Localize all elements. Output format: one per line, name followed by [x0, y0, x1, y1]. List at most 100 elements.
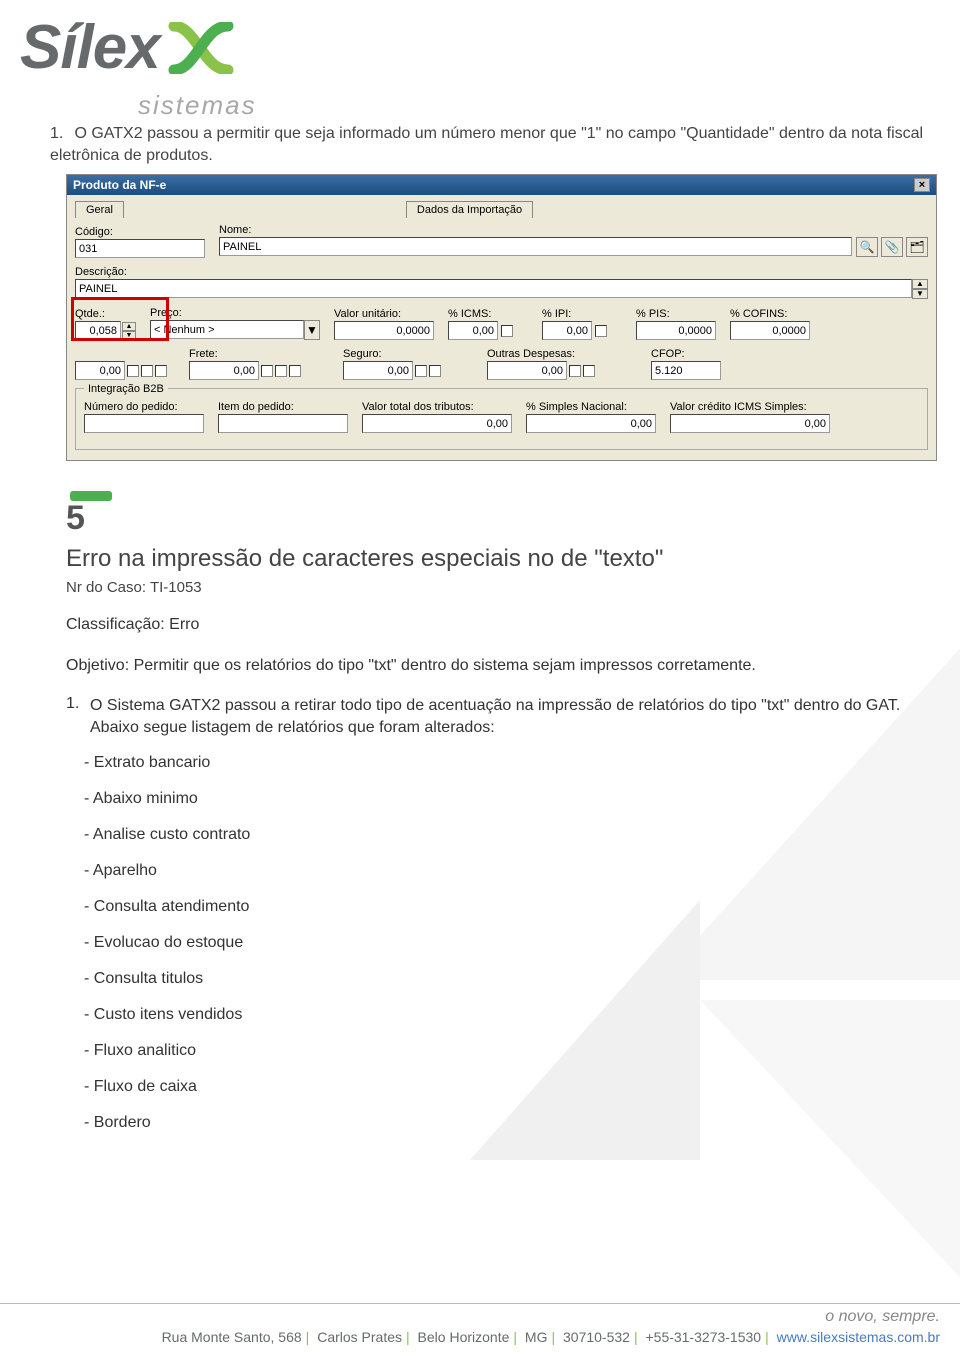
chk-o1[interactable]	[569, 365, 581, 377]
cofins-input[interactable]	[730, 321, 810, 340]
report-list: Extrato bancario Abaixo minimo Analise c…	[84, 754, 940, 1132]
item-pedido-input[interactable]	[218, 414, 348, 433]
footer-state: MG	[525, 1329, 548, 1345]
attach-icon[interactable]: 📎	[881, 237, 903, 257]
seguro-input[interactable]	[343, 361, 413, 380]
spin-up-icon[interactable]: ▲	[122, 322, 136, 331]
chk-a[interactable]	[127, 365, 139, 377]
valor-unitario-input[interactable]	[334, 321, 434, 340]
item1-number: 1.	[50, 123, 70, 145]
page-footer: o novo, sempre. Rua Monte Santo, 568| Ca…	[0, 1303, 960, 1345]
brand-logo: Sílex sistemas	[20, 12, 940, 83]
icms-checkbox[interactable]	[501, 325, 513, 337]
label-simples: % Simples Nacional:	[526, 401, 656, 413]
label-codigo: Código:	[75, 226, 205, 238]
spin-down-icon[interactable]: ▼	[122, 331, 136, 340]
list-item: Abaixo minimo	[84, 790, 940, 808]
chk-b[interactable]	[141, 365, 153, 377]
footer-site[interactable]: www.silexsistemas.com.br	[777, 1329, 940, 1345]
list-item: Aparelho	[84, 862, 940, 880]
chk-o2[interactable]	[583, 365, 595, 377]
valor-tributos-input[interactable]	[362, 414, 512, 433]
simples-input[interactable]	[526, 414, 656, 433]
chk-c[interactable]	[155, 365, 167, 377]
cfop-input[interactable]	[651, 361, 721, 380]
label-item-pedido: Item do pedido:	[218, 401, 348, 413]
list-item: Bordero	[84, 1114, 940, 1132]
footer-city: Belo Horizonte	[418, 1329, 510, 1345]
list-item: Evolucao do estoque	[84, 934, 940, 952]
section-5-icon: 5	[66, 491, 114, 535]
class-line: Classificação: Erro	[66, 614, 940, 636]
scroll-up-icon[interactable]: ▲	[912, 279, 928, 289]
qtde-input[interactable]	[75, 321, 121, 340]
outras-input[interactable]	[487, 361, 567, 380]
label-nome: Nome:	[219, 224, 928, 236]
case-line: Nr do Caso: TI-1053	[66, 579, 940, 596]
item1-paragraph: 1. O GATX2 passou a permitir que seja in…	[50, 123, 940, 166]
list-item: Consulta atendimento	[84, 898, 940, 916]
label-ipi: % IPI:	[542, 308, 622, 320]
brand-name: Sílex	[20, 12, 160, 83]
search-icon[interactable]: 🔍	[856, 237, 878, 257]
icms-input[interactable]	[448, 321, 498, 340]
close-icon[interactable]: ×	[914, 178, 930, 192]
scroll-down-icon[interactable]: ▼	[912, 289, 928, 299]
preco-select[interactable]	[150, 320, 304, 339]
section2-title: Erro na impressão de caracteres especiai…	[66, 545, 940, 573]
frete-input[interactable]	[189, 361, 259, 380]
chk-f3[interactable]	[289, 365, 301, 377]
label-icms: % ICMS:	[448, 308, 528, 320]
case-label: Nr do Caso:	[66, 579, 146, 596]
nome-input[interactable]	[219, 237, 852, 256]
chk-f2[interactable]	[275, 365, 287, 377]
ipi-checkbox[interactable]	[595, 325, 607, 337]
list-item: Custo itens vendidos	[84, 1006, 940, 1024]
footer-zip: 30710-532	[563, 1329, 630, 1345]
label-seguro: Seguro:	[343, 348, 473, 360]
section2-item1: 1. O Sistema GATX2 passou a retirar todo…	[66, 695, 940, 740]
credito-icms-input[interactable]	[670, 414, 830, 433]
list-item: Fluxo de caixa	[84, 1078, 940, 1096]
label-descricao: Descrição:	[75, 266, 928, 278]
brand-sub: sistemas	[138, 90, 257, 121]
section2-item1-num: 1.	[66, 695, 79, 713]
nfe-product-window: Produto da NF-e × Geral Dados da Importa…	[66, 174, 937, 461]
item1-text: O GATX2 passou a permitir que seja infor…	[50, 125, 923, 164]
chk-f1[interactable]	[261, 365, 273, 377]
descricao-input[interactable]	[75, 279, 912, 298]
label-outras: Outras Despesas:	[487, 348, 637, 360]
pis-input[interactable]	[636, 321, 716, 340]
card-icon[interactable]: 🗂	[906, 237, 928, 257]
label-valor-tributos: Valor total dos tributos:	[362, 401, 512, 413]
label-pis: % PIS:	[636, 308, 716, 320]
list-item: Extrato bancario	[84, 754, 940, 772]
case-value: TI-1053	[150, 579, 202, 596]
section2-item1-text: O Sistema GATX2 passou a retirar todo ti…	[90, 695, 940, 740]
tab-importacao[interactable]: Dados da Importação	[406, 201, 533, 218]
footer-address: Rua Monte Santo, 568| Carlos Prates| Bel…	[0, 1329, 940, 1345]
tab-geral[interactable]: Geral	[75, 201, 124, 218]
chevron-down-icon[interactable]: ▼	[304, 320, 320, 340]
list-item: Analise custo contrato	[84, 826, 940, 844]
label-cfop: CFOP:	[651, 348, 721, 360]
label-cofins: % COFINS:	[730, 308, 810, 320]
window-titlebar: Produto da NF-e ×	[67, 175, 936, 195]
ipi-input[interactable]	[542, 321, 592, 340]
desconto-input[interactable]	[75, 361, 125, 380]
codigo-input[interactable]	[75, 239, 205, 258]
label-frete: Frete:	[189, 348, 329, 360]
list-item: Consulta titulos	[84, 970, 940, 988]
class-label: Classificação:	[66, 616, 165, 633]
label-credito-icms: Valor crédito ICMS Simples:	[670, 401, 830, 413]
footer-bairro: Carlos Prates	[317, 1329, 402, 1345]
label-preco: Preço:	[150, 307, 320, 319]
label-num-pedido: Número do pedido:	[84, 401, 204, 413]
list-item: Fluxo analitico	[84, 1042, 940, 1060]
num-pedido-input[interactable]	[84, 414, 204, 433]
footer-slogan: o novo, sempre.	[0, 1308, 940, 1326]
label-qtde: Qtde.:	[75, 308, 136, 320]
chk-s1[interactable]	[415, 365, 427, 377]
b2b-legend: Integração B2B	[84, 383, 168, 395]
chk-s2[interactable]	[429, 365, 441, 377]
